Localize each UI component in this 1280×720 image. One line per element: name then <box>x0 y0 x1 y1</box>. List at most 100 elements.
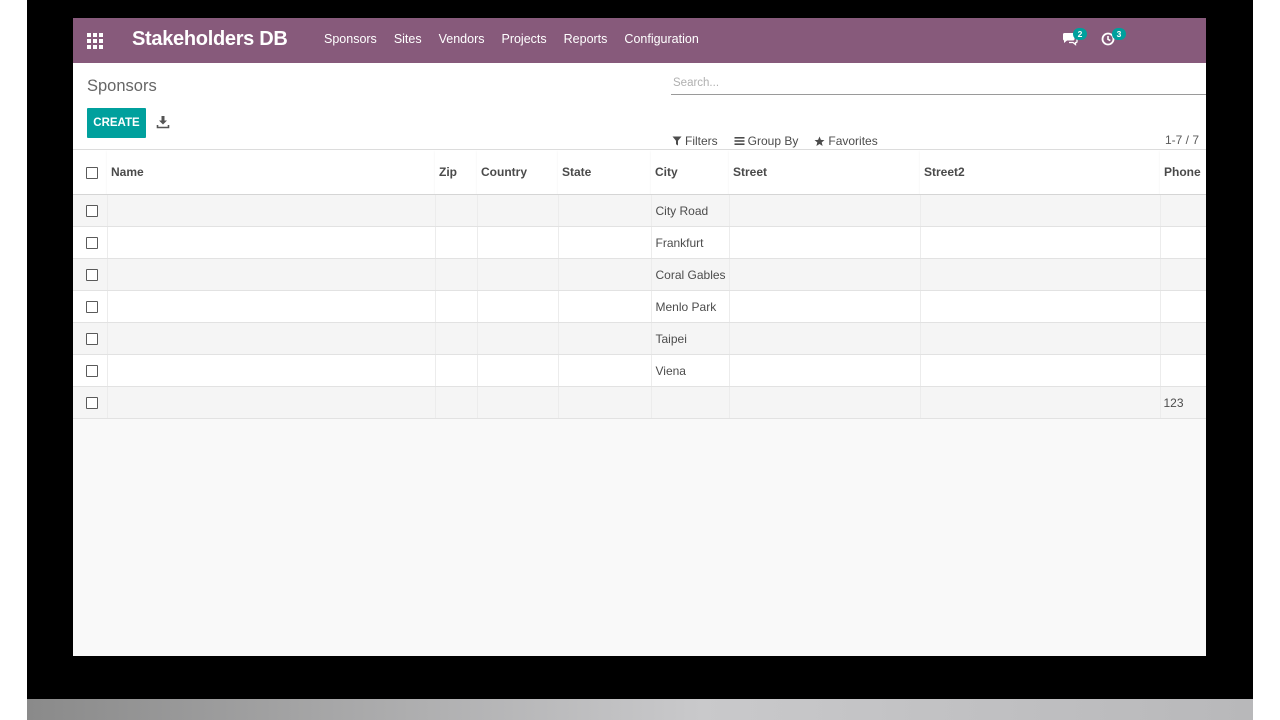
row-select-cell <box>73 194 107 227</box>
star-icon <box>814 136 825 146</box>
menu-item-sponsors[interactable]: Sponsors <box>324 32 377 46</box>
desk-surface <box>27 699 1253 720</box>
cell-street2 <box>919 258 1160 291</box>
select-all-cell <box>73 150 107 195</box>
cell-state <box>557 322 651 355</box>
column-header-city[interactable]: City <box>651 150 729 195</box>
cell-street <box>728 226 920 259</box>
favorites-button[interactable]: Favorites <box>814 134 878 148</box>
table-row[interactable]: Menlo Park <box>73 290 1206 323</box>
menu-item-vendors[interactable]: Vendors <box>439 32 485 46</box>
filters-button[interactable]: Filters <box>672 134 718 148</box>
cell-name <box>106 194 435 227</box>
column-header-zip[interactable]: Zip <box>435 150 477 195</box>
cell-street2 <box>919 354 1160 387</box>
row-checkbox[interactable] <box>86 333 98 346</box>
cell-state <box>557 290 651 323</box>
cell-phone <box>1159 322 1206 355</box>
apps-grid-icon[interactable] <box>87 33 103 49</box>
cell-country <box>476 226 558 259</box>
column-header-street2[interactable]: Street2 <box>920 150 1160 195</box>
search-options: Filters Group By Favorites <box>672 134 878 148</box>
cell-city: City Road <box>650 194 729 227</box>
cell-state <box>557 386 651 419</box>
cell-country <box>476 386 558 419</box>
cell-state <box>557 194 651 227</box>
filters-label: Filters <box>685 134 718 148</box>
row-checkbox[interactable] <box>86 301 98 314</box>
cell-phone <box>1159 226 1206 259</box>
column-header-country[interactable]: Country <box>477 150 558 195</box>
cell-name <box>106 290 435 323</box>
cell-zip <box>434 194 477 227</box>
messages-button[interactable]: 2 <box>1062 28 1092 51</box>
group-by-label: Group By <box>747 134 799 148</box>
messages-badge: 2 <box>1073 28 1087 40</box>
app-brand[interactable]: Stakeholders DB <box>132 28 288 51</box>
cell-zip <box>434 386 477 419</box>
table-row[interactable]: City Road <box>73 194 1206 227</box>
group-by-button[interactable]: Group By <box>734 134 799 148</box>
list-icon <box>734 137 745 145</box>
cell-country <box>476 258 558 291</box>
row-checkbox[interactable] <box>86 205 98 218</box>
cell-state <box>557 258 651 291</box>
cell-phone: 123 <box>1159 386 1206 419</box>
cell-phone <box>1159 258 1206 291</box>
cell-name <box>106 226 435 259</box>
control-panel: Sponsors CREATE Filters Group By <box>73 63 1206 150</box>
cell-street2 <box>919 226 1160 259</box>
row-checkbox[interactable] <box>86 237 98 250</box>
table-row[interactable]: Viena <box>73 354 1206 387</box>
table-header: Name Zip Country State City Street Stree… <box>73 150 1206 195</box>
activities-button[interactable]: 3 <box>1101 28 1131 51</box>
menu-item-projects[interactable]: Projects <box>501 32 546 46</box>
row-checkbox[interactable] <box>86 365 98 378</box>
row-select-cell <box>73 354 107 387</box>
download-icon[interactable] <box>156 115 170 129</box>
cell-city: Coral Gables <box>650 258 729 291</box>
cell-street <box>728 290 920 323</box>
cell-zip <box>434 290 477 323</box>
search-input[interactable] <box>671 72 1206 95</box>
cell-country <box>476 354 558 387</box>
cell-state <box>557 354 651 387</box>
menu-item-configuration[interactable]: Configuration <box>624 32 698 46</box>
cell-street <box>728 354 920 387</box>
funnel-icon <box>672 136 682 146</box>
row-select-cell <box>73 322 107 355</box>
cell-city: Menlo Park <box>650 290 729 323</box>
cell-name <box>106 258 435 291</box>
cell-phone <box>1159 290 1206 323</box>
cell-street <box>728 194 920 227</box>
breadcrumb: Sponsors <box>87 77 157 95</box>
create-button[interactable]: CREATE <box>87 108 146 138</box>
row-select-cell <box>73 386 107 419</box>
cell-city: Viena <box>650 354 729 387</box>
column-header-phone[interactable]: Phone <box>1160 150 1206 195</box>
cell-name <box>106 354 435 387</box>
table-row[interactable]: 123 <box>73 386 1206 419</box>
column-header-state[interactable]: State <box>558 150 651 195</box>
row-checkbox[interactable] <box>86 269 98 282</box>
column-header-street[interactable]: Street <box>729 150 920 195</box>
cell-street2 <box>919 194 1160 227</box>
activities-badge: 3 <box>1112 28 1126 40</box>
pager-value[interactable]: 1-7 / 7 <box>1165 133 1199 147</box>
select-all-checkbox[interactable] <box>86 166 98 179</box>
cell-zip <box>434 354 477 387</box>
cell-country <box>476 290 558 323</box>
menu-item-reports[interactable]: Reports <box>564 32 608 46</box>
row-checkbox[interactable] <box>86 397 98 410</box>
table-row[interactable]: Taipei <box>73 322 1206 355</box>
cell-zip <box>434 226 477 259</box>
menu-item-sites[interactable]: Sites <box>394 32 422 46</box>
column-header-name[interactable]: Name <box>107 150 435 195</box>
table-row[interactable]: Frankfurt <box>73 226 1206 259</box>
cell-city: Frankfurt <box>650 226 729 259</box>
cell-street2 <box>919 322 1160 355</box>
table-row[interactable]: Coral Gables <box>73 258 1206 291</box>
cell-state <box>557 226 651 259</box>
top-navbar: Stakeholders DB Sponsors Sites Vendors P… <box>73 18 1206 63</box>
main-menu: Sponsors Sites Vendors Projects Reports … <box>324 32 699 46</box>
